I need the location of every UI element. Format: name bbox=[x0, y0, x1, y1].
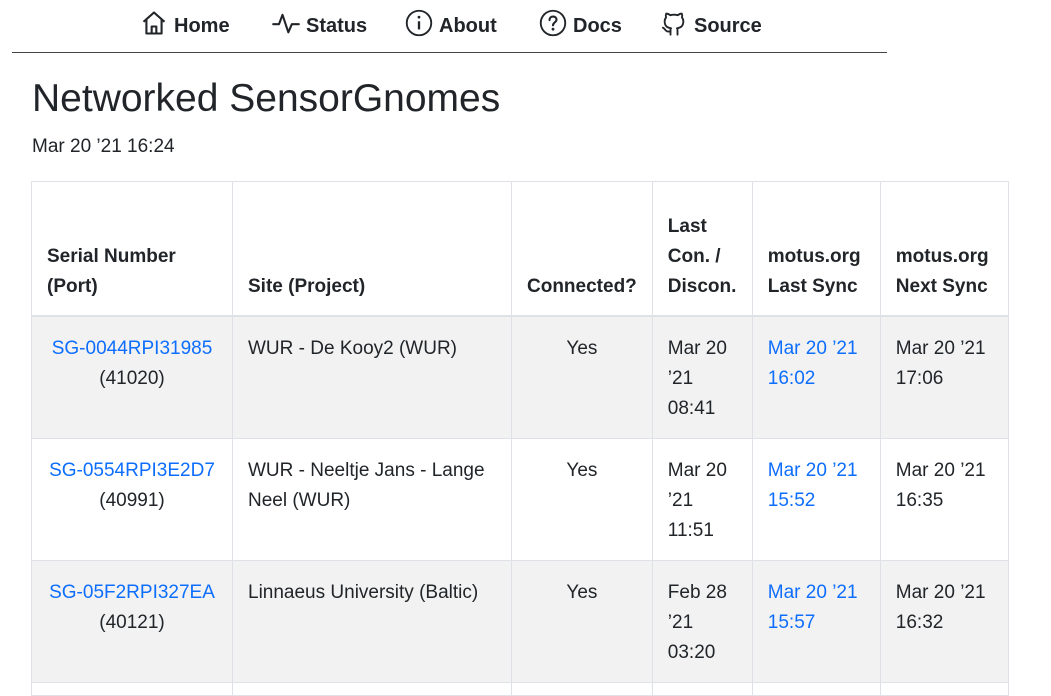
cell-next-sync: Mar 20 ’21 16:35 bbox=[879, 438, 1009, 561]
cell-connected: Yes bbox=[511, 560, 653, 683]
last-con-line: Mar 20 bbox=[667, 338, 727, 359]
page-title: Networked SensorGnomes bbox=[32, 77, 501, 120]
next-sync-line: 16:35 bbox=[895, 490, 944, 511]
cell-next-sync: Mar 20 ’21 17:06 bbox=[879, 315, 1009, 439]
nav-about-label: About bbox=[439, 14, 497, 37]
nav-docs-label: Docs bbox=[573, 14, 622, 37]
home-icon bbox=[140, 9, 174, 43]
cell-empty bbox=[511, 682, 653, 696]
last-sync-line: Mar 20 ’21 bbox=[767, 460, 858, 481]
table-row: SG-0554RPI3E2D7 (40991) WUR - Neeltje Ja… bbox=[31, 438, 1009, 561]
cell-last-con: Mar 20 ’21 08:41 bbox=[651, 315, 753, 439]
table-row: SG-0044RPI31985 (41020) WUR - De Kooy2 (… bbox=[31, 315, 1009, 439]
info-icon bbox=[405, 9, 439, 43]
header-last-con-line3: Discon. bbox=[667, 276, 737, 297]
pulse-icon bbox=[272, 9, 306, 43]
last-con-line: 11:51 bbox=[667, 520, 714, 541]
cell-last-sync: Mar 20 ’21 16:02 bbox=[751, 315, 881, 439]
next-sync-line: 16:32 bbox=[895, 612, 944, 633]
last-sync-link[interactable]: Mar 20 ’21 15:52 bbox=[768, 456, 865, 516]
cell-connected: Yes bbox=[511, 438, 653, 561]
cell-serial: SG-0554RPI3E2D7 (40991) bbox=[31, 438, 233, 561]
nav-about-link[interactable]: About bbox=[405, 9, 497, 43]
header-last-sync[interactable]: motus.org Last Sync bbox=[751, 181, 881, 317]
last-sync-line: Mar 20 ’21 bbox=[767, 338, 858, 359]
header-next-sync-line2: Next Sync bbox=[895, 276, 988, 297]
last-sync-line: 15:57 bbox=[767, 612, 816, 633]
cell-empty bbox=[879, 682, 1009, 696]
last-sync-line: Mar 20 ’21 bbox=[767, 582, 858, 603]
table-header-row: Serial Number (Port) Site (Project) Conn… bbox=[31, 181, 1009, 317]
header-last-sync-line2: Last Sync bbox=[767, 276, 858, 297]
cell-last-con: Feb 28 ’21 03:20 bbox=[651, 560, 753, 683]
last-sync-link[interactable]: Mar 20 ’21 16:02 bbox=[768, 334, 865, 394]
nav-docs-link[interactable]: Docs bbox=[539, 9, 622, 43]
port-text: (40991) bbox=[99, 490, 165, 511]
next-sync-line: Mar 20 ’21 bbox=[895, 338, 986, 359]
cell-connected: Yes bbox=[511, 315, 653, 439]
top-nav: Home Status About Docs Source bbox=[12, 0, 887, 53]
header-last-sync-line1: motus.org bbox=[767, 246, 861, 267]
header-last-con-line1: Last bbox=[667, 216, 707, 237]
next-sync-line: Mar 20 ’21 bbox=[895, 582, 986, 603]
header-site[interactable]: Site (Project) bbox=[232, 181, 512, 317]
nav-source-link[interactable]: Source bbox=[660, 10, 762, 42]
last-con-line: Feb 28 bbox=[667, 582, 727, 603]
header-serial-line1: Serial Number bbox=[47, 246, 176, 267]
table-row: SG-05F2RPI327EA (40121) Linnaeus Univers… bbox=[31, 560, 1009, 683]
header-connected-label: Connected? bbox=[527, 276, 637, 297]
last-sync-line: 16:02 bbox=[767, 368, 816, 389]
header-next-sync-line1: motus.org bbox=[895, 246, 989, 267]
nav-status-label: Status bbox=[306, 14, 368, 37]
header-last-con[interactable]: Last Con. / Discon. bbox=[651, 181, 753, 317]
cell-empty bbox=[232, 682, 512, 696]
cell-site: WUR - De Kooy2 (WUR) bbox=[232, 315, 512, 439]
serial-link[interactable]: SG-05F2RPI327EA bbox=[49, 582, 215, 603]
cell-serial: SG-0044RPI31985 (41020) bbox=[31, 315, 233, 439]
cell-serial: SG-05F2RPI327EA (40121) bbox=[31, 560, 233, 683]
nav-source-label: Source bbox=[694, 14, 762, 37]
nav-home-link[interactable]: Home bbox=[140, 10, 230, 42]
last-con-line: 03:20 bbox=[667, 642, 716, 663]
next-sync-line: 17:06 bbox=[895, 368, 944, 389]
port-text: (40121) bbox=[99, 612, 165, 633]
nav-status-link[interactable]: Status bbox=[272, 10, 367, 42]
serial-link[interactable]: SG-0554RPI3E2D7 bbox=[49, 460, 215, 481]
cell-empty bbox=[651, 682, 753, 696]
cell-site: Linnaeus University (Baltic) bbox=[232, 560, 512, 683]
next-sync-line: Mar 20 ’21 bbox=[895, 460, 986, 481]
cell-last-con: Mar 20 ’21 11:51 bbox=[651, 438, 753, 561]
nav-home-label: Home bbox=[174, 14, 230, 37]
last-con-line: Mar 20 bbox=[667, 460, 727, 481]
help-icon bbox=[539, 9, 573, 43]
cell-site: WUR - Neeltje Jans - Lange Neel (WUR) bbox=[232, 438, 512, 561]
serial-link[interactable]: SG-0044RPI31985 bbox=[52, 338, 213, 359]
last-con-line: ’21 bbox=[667, 368, 694, 389]
github-icon bbox=[660, 9, 694, 43]
cell-empty bbox=[31, 682, 233, 696]
last-sync-line: 15:52 bbox=[767, 490, 816, 511]
cell-last-sync: Mar 20 ’21 15:52 bbox=[751, 438, 881, 561]
last-con-line: 08:41 bbox=[667, 398, 716, 419]
header-serial-line2: (Port) bbox=[47, 276, 98, 297]
port-text: (41020) bbox=[99, 368, 165, 389]
cell-last-sync: Mar 20 ’21 15:57 bbox=[751, 560, 881, 683]
last-con-line: ’21 bbox=[667, 490, 694, 511]
header-serial[interactable]: Serial Number (Port) bbox=[31, 181, 233, 317]
cell-next-sync: Mar 20 ’21 16:32 bbox=[879, 560, 1009, 683]
last-con-line: ’21 bbox=[667, 612, 694, 633]
table-row-partial bbox=[31, 682, 1009, 696]
sensorgnome-table: Serial Number (Port) Site (Project) Conn… bbox=[31, 181, 1009, 696]
last-sync-link[interactable]: Mar 20 ’21 15:57 bbox=[768, 578, 865, 638]
header-connected[interactable]: Connected? bbox=[511, 181, 653, 317]
header-last-con-line2: Con. / bbox=[667, 246, 721, 267]
header-next-sync[interactable]: motus.org Next Sync bbox=[879, 181, 1009, 317]
header-site-label: Site (Project) bbox=[248, 276, 366, 297]
cell-empty bbox=[751, 682, 881, 696]
page-timestamp: Mar 20 ’21 16:24 bbox=[32, 136, 175, 157]
